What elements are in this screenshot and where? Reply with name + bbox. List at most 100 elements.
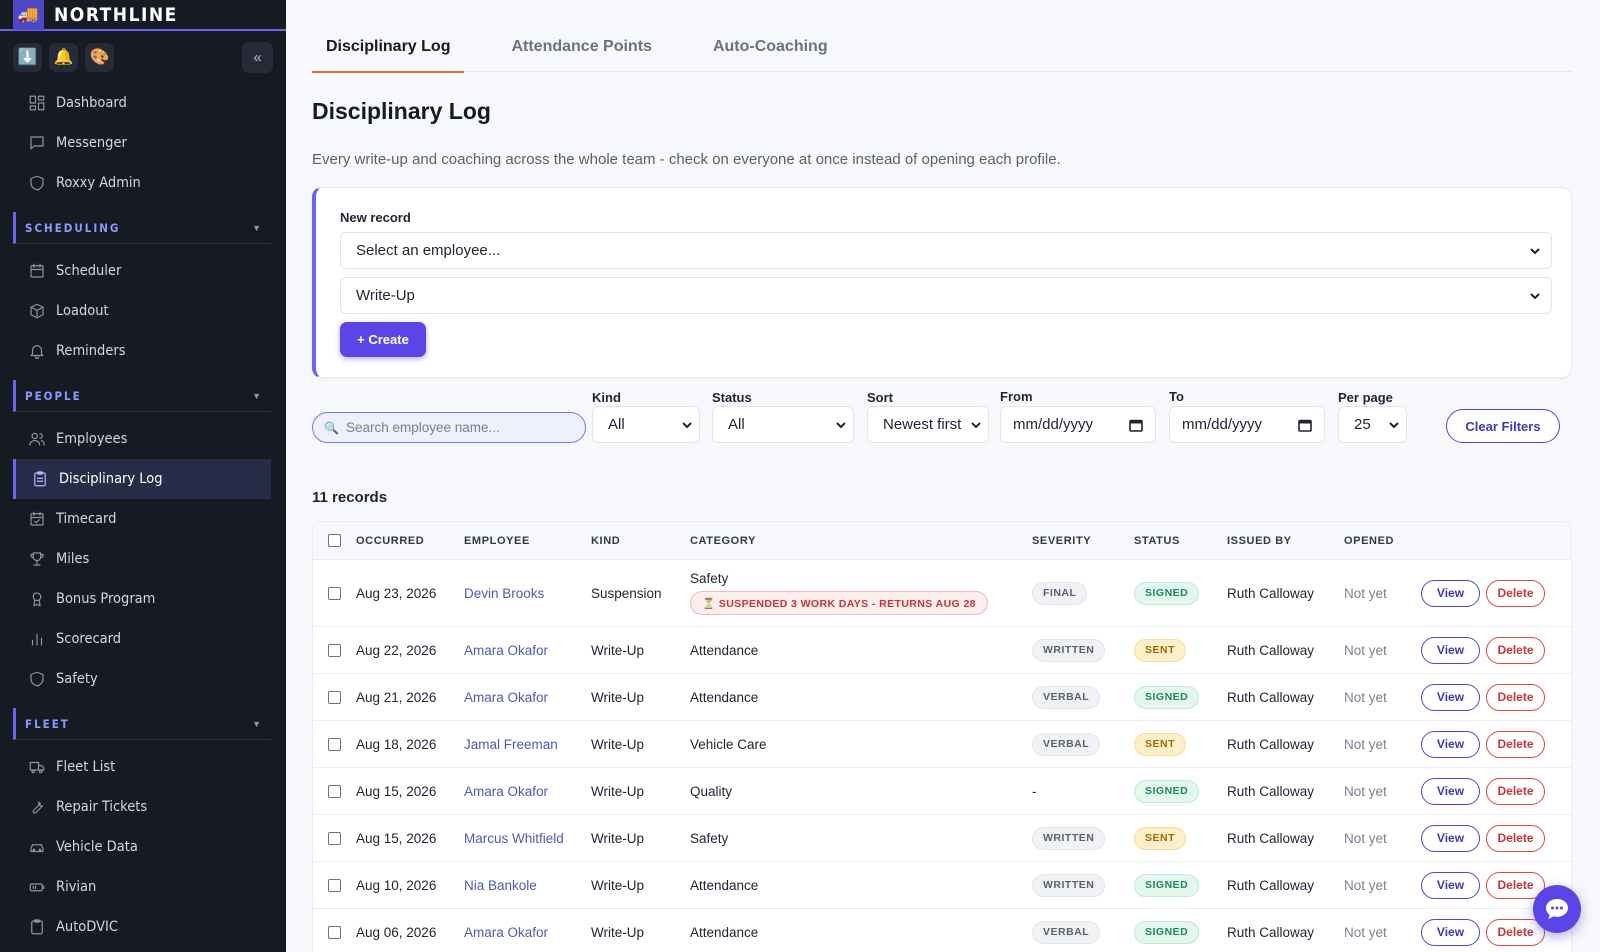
sidebar-item-safety[interactable]: Safety	[0, 659, 286, 699]
employee-link[interactable]: Amara Okafor	[464, 925, 548, 940]
column-header-employee[interactable]: EMPLOYEE	[464, 535, 591, 547]
from-date-input[interactable]: mm/dd/yyyy	[1000, 406, 1156, 443]
sidebar-item-loadout[interactable]: Loadout	[0, 291, 286, 331]
suspension-badge: ⏳ SUSPENDED 3 WORK DAYS - RETURNS AUG 28	[690, 591, 988, 615]
kind-filter-select[interactable]: All	[592, 406, 700, 443]
tab-disciplinary-log[interactable]: Disciplinary Log	[312, 38, 465, 73]
sidebar-item-rivian[interactable]: Rivian	[0, 867, 286, 907]
sidebar-item-miles[interactable]: Miles	[0, 539, 286, 579]
kind-value: Write-Up	[591, 924, 645, 940]
create-button[interactable]: + Create	[340, 322, 426, 357]
view-button[interactable]: View	[1421, 777, 1480, 805]
delete-button[interactable]: Delete	[1486, 871, 1545, 899]
column-header-kind[interactable]: KIND	[591, 535, 690, 547]
row-checkbox[interactable]	[328, 878, 341, 892]
sidebar-item-disciplinary-log[interactable]: Disciplinary Log	[13, 459, 271, 499]
row-checkbox[interactable]	[328, 831, 341, 845]
download-icon[interactable]: ⬇️	[13, 42, 42, 72]
sidebar-item-roxxy-admin[interactable]: Roxxy Admin	[0, 163, 286, 203]
to-date-input[interactable]: mm/dd/yyyy	[1169, 406, 1325, 443]
view-button[interactable]: View	[1421, 824, 1480, 852]
section-scheduling[interactable]: SCHEDULING ▼	[13, 212, 271, 244]
caret-down-icon: ▼	[252, 222, 261, 233]
column-header-opened[interactable]: OPENED	[1344, 535, 1421, 547]
column-header-status[interactable]: STATUS	[1134, 535, 1227, 547]
status-cell: SENT	[1134, 638, 1227, 662]
row-checkbox[interactable]	[328, 925, 341, 939]
calendar-icon[interactable]	[1298, 418, 1312, 432]
employee-link[interactable]: Jamal Freeman	[464, 737, 558, 752]
view-button[interactable]: View	[1421, 730, 1480, 758]
severity-value: -	[1032, 783, 1037, 799]
row-checkbox[interactable]	[328, 737, 341, 751]
delete-button[interactable]: Delete	[1486, 730, 1545, 758]
collapse-sidebar-button[interactable]: «	[242, 42, 273, 73]
row-checkbox[interactable]	[328, 643, 341, 657]
sidebar-item-scheduler[interactable]: Scheduler	[0, 251, 286, 291]
row-checkbox[interactable]	[328, 690, 341, 704]
select-all-checkbox[interactable]	[328, 534, 341, 547]
view-button[interactable]: View	[1421, 683, 1480, 711]
employee-select[interactable]: Select an employee...	[340, 232, 1552, 269]
box-icon	[30, 303, 44, 319]
employee-link[interactable]: Devin Brooks	[464, 586, 544, 601]
sidebar-item-employees[interactable]: Employees	[0, 419, 286, 459]
filter-bar: 🔍 Search employee name... Kind All Statu…	[312, 378, 1572, 468]
occurred-date: Aug 18, 2026	[356, 736, 437, 752]
view-button[interactable]: View	[1421, 579, 1480, 607]
column-header-occurred[interactable]: OCCURRED	[356, 535, 464, 547]
status-filter-select[interactable]: All	[712, 406, 854, 443]
kind-value: Write-Up	[591, 689, 645, 705]
table-row: Aug 15, 2026 Amara Okafor Write-Up Quali…	[313, 768, 1571, 815]
delete-button[interactable]: Delete	[1486, 824, 1545, 852]
sidebar-item-reminders[interactable]: Reminders	[0, 331, 286, 371]
delete-button[interactable]: Delete	[1486, 683, 1545, 711]
category-value: Attendance	[690, 877, 759, 893]
row-checkbox[interactable]	[328, 586, 341, 600]
delete-button[interactable]: Delete	[1486, 579, 1545, 607]
view-button[interactable]: View	[1421, 871, 1480, 899]
sidebar-item-bonus-program[interactable]: Bonus Program	[0, 579, 286, 619]
employee-link[interactable]: Marcus Whitfield	[464, 831, 564, 846]
per-page-select[interactable]: 25	[1338, 406, 1407, 443]
search-icon: 🔍	[324, 420, 339, 435]
employee-link[interactable]: Nia Bankole	[464, 878, 537, 893]
section-people[interactable]: PEOPLE ▼	[13, 380, 271, 412]
sidebar-item-dashboard[interactable]: Dashboard	[0, 83, 286, 123]
sidebar-item-label: Messenger	[56, 135, 127, 151]
view-button[interactable]: View	[1421, 918, 1480, 946]
search-input[interactable]: 🔍 Search employee name...	[312, 412, 586, 443]
tab-attendance-points[interactable]: Attendance Points	[497, 38, 665, 72]
sort-select[interactable]: Newest first	[867, 406, 989, 443]
bell-icon[interactable]: 🔔	[49, 42, 78, 72]
employee-link[interactable]: Amara Okafor	[464, 643, 548, 658]
record-kind-select[interactable]: Write-Up	[340, 277, 1552, 314]
issued-by: Ruth Calloway	[1227, 924, 1315, 940]
chat-button[interactable]	[1533, 885, 1581, 933]
employee-link[interactable]: Amara Okafor	[464, 784, 548, 799]
car-icon	[30, 844, 44, 853]
calendar-icon[interactable]	[1129, 418, 1143, 432]
employee-link[interactable]: Amara Okafor	[464, 690, 548, 705]
palette-icon[interactable]: 🎨	[85, 42, 114, 72]
column-header-severity[interactable]: SEVERITY	[1032, 535, 1134, 547]
sidebar-item-repair-tickets[interactable]: Repair Tickets	[0, 787, 286, 827]
brand-header[interactable]: 🚚 NORTHLINE	[0, 0, 286, 31]
sidebar-item-fleet-list[interactable]: Fleet List	[0, 747, 286, 787]
delete-button[interactable]: Delete	[1486, 636, 1545, 664]
sidebar-item-scorecard[interactable]: Scorecard	[0, 619, 286, 659]
column-header-category[interactable]: CATEGORY	[690, 535, 1032, 547]
sidebar-item-messenger[interactable]: Messenger	[0, 123, 286, 163]
section-fleet[interactable]: FLEET ▼	[13, 708, 271, 740]
view-button[interactable]: View	[1421, 636, 1480, 664]
sidebar-item-vehicle-data[interactable]: Vehicle Data	[0, 827, 286, 867]
row-checkbox[interactable]	[328, 784, 341, 798]
severity-cell: WRITTEN	[1032, 638, 1134, 662]
delete-button[interactable]: Delete	[1486, 777, 1545, 805]
sidebar-item-autodvic[interactable]: AutoDVIC	[0, 907, 286, 947]
clear-filters-button[interactable]: Clear Filters	[1446, 409, 1560, 443]
tab-auto-coaching[interactable]: Auto-Coaching	[699, 38, 842, 72]
column-header-issued-by[interactable]: ISSUED BY	[1227, 535, 1344, 547]
sidebar-item-timecard[interactable]: Timecard	[0, 499, 286, 539]
delete-button[interactable]: Delete	[1486, 918, 1545, 946]
